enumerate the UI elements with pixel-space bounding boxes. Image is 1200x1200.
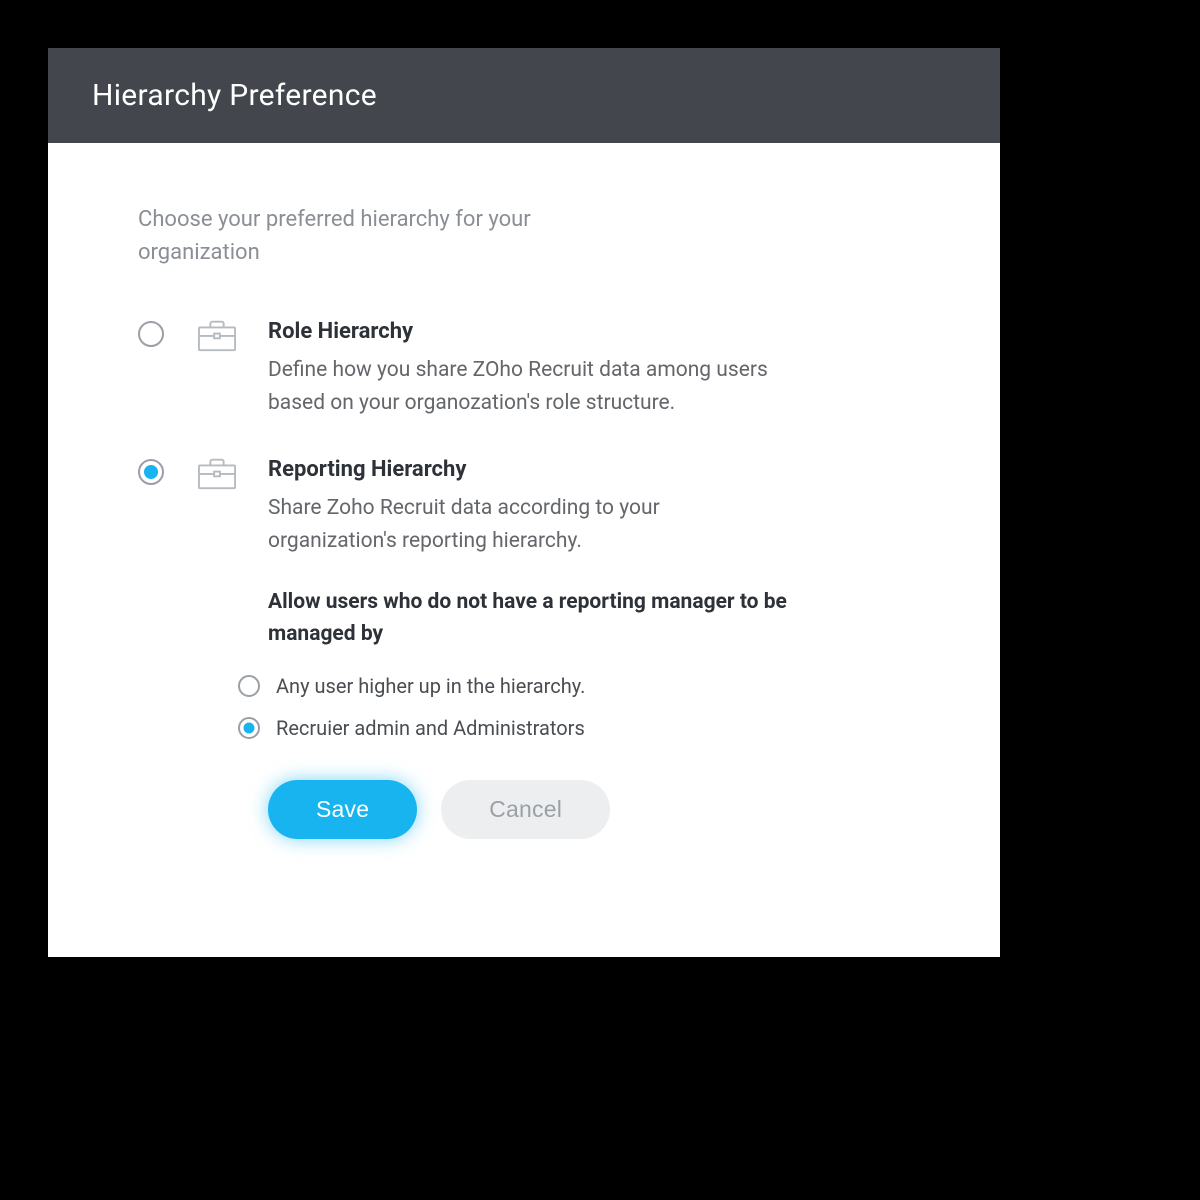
option-reporting-title: Reporting Hierarchy — [268, 457, 940, 482]
option-reporting-desc: Share Zoho Recruit data according to you… — [268, 492, 788, 557]
option-reporting-content: Reporting Hierarchy Share Zoho Recruit d… — [268, 457, 940, 839]
option-role-content: Role Hierarchy Define how you share ZOho… — [268, 319, 940, 419]
sub-heading: Allow users who do not have a reporting … — [268, 587, 788, 650]
modal-container: Hierarchy Preference Choose your preferr… — [48, 48, 1000, 957]
modal-title: Hierarchy Preference — [92, 78, 956, 113]
save-button[interactable]: Save — [268, 780, 417, 839]
modal-header: Hierarchy Preference — [48, 48, 1000, 143]
modal-body: Choose your preferred hierarchy for your… — [48, 143, 1000, 957]
sub-label-any-higher: Any user higher up in the hierarchy. — [276, 674, 585, 698]
radio-admins[interactable] — [238, 717, 260, 739]
option-reporting-hierarchy[interactable]: Reporting Hierarchy Share Zoho Recruit d… — [138, 457, 940, 839]
option-role-desc: Define how you share ZOho Recruit data a… — [268, 354, 788, 419]
sub-label-admins: Recruier admin and Administrators — [276, 716, 585, 740]
briefcase-icon — [198, 318, 238, 356]
hierarchy-preference-modal: Hierarchy Preference Choose your preferr… — [48, 48, 1000, 957]
radio-role-hierarchy[interactable] — [138, 321, 164, 347]
button-row: Save Cancel — [268, 780, 940, 839]
cancel-button[interactable]: Cancel — [441, 780, 610, 839]
sub-option-any-higher[interactable]: Any user higher up in the hierarchy. — [238, 674, 940, 698]
radio-reporting-hierarchy[interactable] — [138, 459, 164, 485]
briefcase-icon — [198, 456, 238, 494]
option-role-title: Role Hierarchy — [268, 319, 940, 344]
intro-text: Choose your preferred hierarchy for your… — [138, 203, 598, 269]
option-role-hierarchy[interactable]: Role Hierarchy Define how you share ZOho… — [138, 319, 940, 419]
sub-option-admins[interactable]: Recruier admin and Administrators — [238, 716, 940, 740]
radio-any-higher[interactable] — [238, 675, 260, 697]
